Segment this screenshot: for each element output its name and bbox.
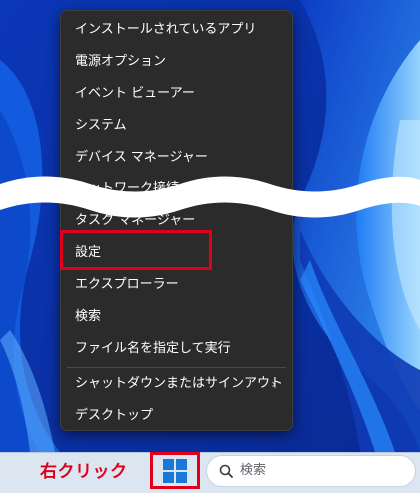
right-click-label: 右クリック	[40, 462, 128, 482]
search-icon	[219, 464, 233, 478]
menu-item-label: イベント ビューアー	[75, 86, 195, 101]
taskbar-search-box[interactable]: 検索	[206, 455, 416, 487]
menu-item-desktop[interactable]: デスクトップ	[61, 401, 292, 431]
menu-item-search[interactable]: 検索	[61, 302, 292, 332]
context-menu: インストールされているアプリ 電源オプション イベント ビューアー システム デ…	[60, 10, 293, 431]
menu-item-label: デスクトップ	[75, 408, 154, 423]
windows-logo-icon[interactable]	[163, 459, 187, 483]
menu-item-label: システム	[75, 118, 127, 133]
wavy-cut-divider	[0, 176, 420, 218]
menu-item-label: 検索	[75, 309, 102, 324]
menu-item-file-explorer[interactable]: エクスプローラー	[61, 270, 292, 300]
menu-item-device-manager[interactable]: デバイス マネージャー	[61, 143, 292, 173]
menu-item-label: デバイス マネージャー	[75, 150, 208, 165]
chevron-right-icon: ›	[271, 377, 276, 391]
menu-item-label: ファイル名を指定して実行	[75, 341, 231, 356]
menu-item-event-viewer[interactable]: イベント ビューアー	[61, 79, 292, 109]
menu-item-power-options[interactable]: 電源オプション	[61, 47, 292, 77]
menu-item-label: シャットダウンまたはサインアウト	[75, 376, 284, 391]
menu-item-installed-apps[interactable]: インストールされているアプリ	[61, 15, 292, 45]
menu-item-label: インストールされているアプリ	[75, 22, 257, 37]
menu-item-system[interactable]: システム	[61, 111, 292, 141]
menu-item-shutdown-or-sign-out[interactable]: シャットダウンまたはサインアウト ›	[61, 369, 292, 399]
settings-highlight-box	[60, 230, 212, 270]
menu-separator	[67, 367, 286, 368]
menu-item-label: 電源オプション	[75, 54, 167, 69]
search-placeholder: 検索	[240, 463, 267, 478]
menu-item-label: エクスプローラー	[75, 277, 179, 292]
menu-item-run[interactable]: ファイル名を指定して実行	[61, 334, 292, 364]
